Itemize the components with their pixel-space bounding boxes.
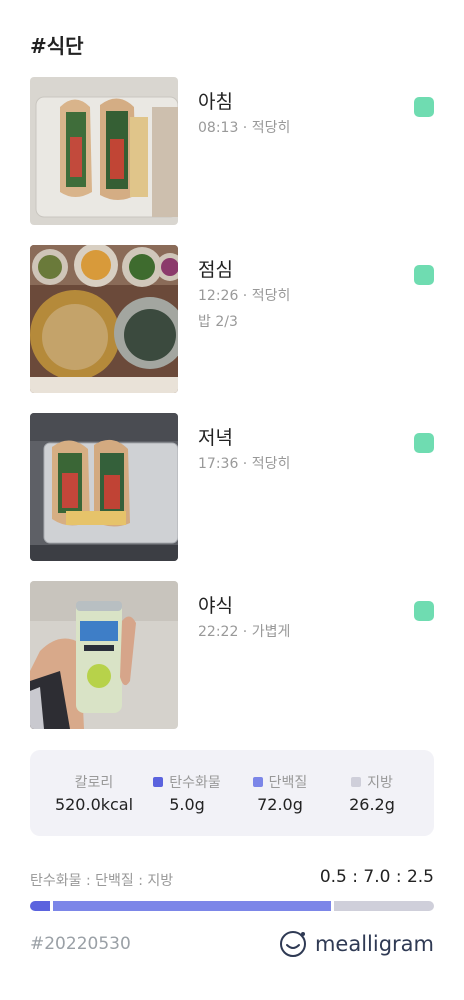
protein-segment <box>52 901 332 911</box>
meal-item-late-snack[interactable]: 야식 22:22 · 가볍게 <box>30 581 434 729</box>
calories-value: 520.0kcal <box>54 795 134 814</box>
carbs-segment <box>30 901 50 911</box>
macro-ratio-value: 0.5 : 7.0 : 2.5 <box>319 867 434 887</box>
meal-name: 저녁 <box>198 427 233 449</box>
brand-name: mealligram <box>314 932 434 956</box>
protein-color-swatch <box>252 777 263 787</box>
fat-segment <box>334 901 434 911</box>
meal-item-lunch[interactable]: 점심 12:26 · 적당히 밥 2/3 <box>30 245 434 393</box>
status-indicator <box>414 97 434 117</box>
meal-item-dinner[interactable]: 저녁 17:36 · 적당히 <box>30 413 434 561</box>
status-indicator <box>414 433 434 453</box>
meal-meta: 08:13 · 적당히 <box>198 120 291 136</box>
meal-meta: 17:36 · 적당히 <box>198 456 291 472</box>
brand-logo: mealligram <box>279 930 434 958</box>
nutrition-summary: 칼로리 520.0kcal 탄수화물 5.0g 단백질 72.0g 지방 26.… <box>30 750 434 836</box>
fat-label: 지방 <box>367 775 393 791</box>
protein-value: 72.0g <box>257 795 303 814</box>
meal-photo[interactable] <box>30 245 178 393</box>
carbs-color-swatch <box>153 777 164 787</box>
protein-label: 단백질 <box>268 775 308 791</box>
fat-value: 26.2g <box>349 795 395 814</box>
meal-photo[interactable] <box>30 413 178 561</box>
carbs-value: 5.0g <box>169 795 205 814</box>
nutrition-carbs: 탄수화물 5.0g <box>142 772 232 814</box>
meal-item-breakfast[interactable]: 아침 08:13 · 적당히 <box>30 77 434 225</box>
nutrition-fat: 지방 26.2g <box>332 772 412 814</box>
date-tag: #20220530 <box>30 934 131 954</box>
carbs-label: 탄수화물 <box>169 775 221 791</box>
meal-name: 점심 <box>198 259 233 281</box>
meal-photo[interactable] <box>30 581 178 729</box>
status-indicator <box>414 601 434 621</box>
meal-name: 야식 <box>198 595 233 617</box>
calories-label: 칼로리 <box>74 775 114 791</box>
status-indicator <box>414 265 434 285</box>
meal-meta: 22:22 · 가볍게 <box>198 624 291 640</box>
meal-photo[interactable] <box>30 77 178 225</box>
meal-name: 아침 <box>198 91 233 113</box>
fat-color-swatch <box>351 777 362 787</box>
mealligram-logo-icon <box>279 931 306 957</box>
page-title: #식단 <box>30 34 84 58</box>
meal-note: 밥 2/3 <box>198 314 238 330</box>
macro-ratio-label: 탄수화물 : 단백질 : 지방 <box>30 873 174 889</box>
macro-ratio-bar <box>30 901 434 911</box>
nutrition-calories: 칼로리 520.0kcal <box>54 772 134 814</box>
nutrition-protein: 단백질 72.0g <box>240 772 320 814</box>
meal-meta: 12:26 · 적당히 <box>198 288 291 304</box>
